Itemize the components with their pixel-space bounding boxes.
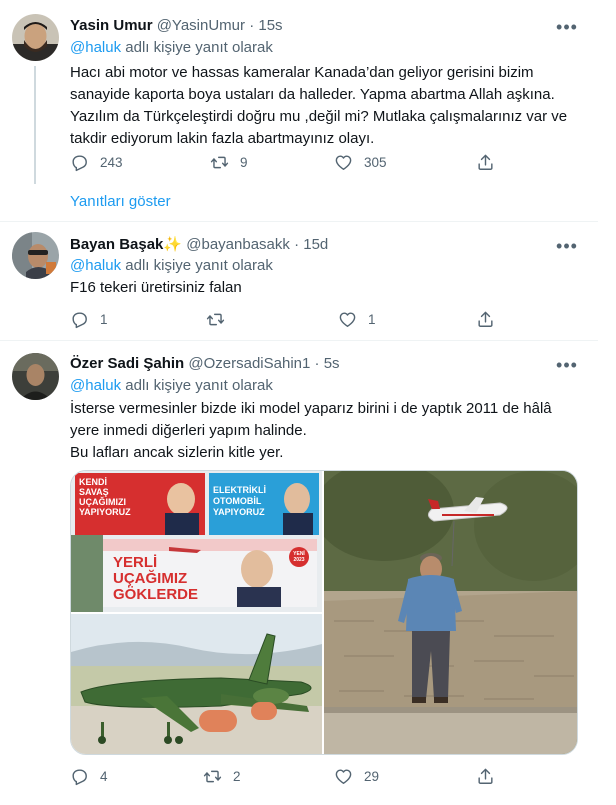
like-icon bbox=[339, 312, 356, 327]
tweet-line: İsterse vermesinler bizde iki model yapa… bbox=[70, 400, 552, 417]
retweet-count: 9 bbox=[240, 155, 248, 170]
share-button[interactable] bbox=[476, 153, 506, 172]
tweet-text: Hacı abi motor ve hassas kameralar Kanad… bbox=[70, 62, 580, 150]
like-icon bbox=[335, 155, 352, 170]
reply-prefix: adlı kişiye yanıt olarak bbox=[125, 257, 273, 274]
balloon-plane-photo bbox=[324, 471, 577, 754]
cucumber-plane-photo bbox=[71, 614, 322, 754]
retweet-icon bbox=[206, 313, 225, 326]
tweet-header: Bayan Başak✨ @bayanbasakk · 15d bbox=[70, 235, 328, 253]
tweet-header: Yasin Umur @YasinUmur · 15s bbox=[70, 17, 283, 34]
avatar-image bbox=[12, 232, 59, 279]
user-handle[interactable]: @OzersadiSahin1 bbox=[188, 355, 310, 372]
retweet-button[interactable]: 9 bbox=[210, 153, 248, 172]
tweet-line: Hacı abi motor ve hassas kameralar Kanad… bbox=[70, 64, 534, 81]
user-handle[interactable]: @YasinUmur bbox=[157, 17, 245, 34]
media-photo-billboards[interactable]: KENDİ SAVAŞ UÇAĞIMIZI YAPIYORUZ ELEKTRİKLİ O… bbox=[71, 471, 322, 612]
tweet-line: sanayide kaporta boya ustaları da halled… bbox=[70, 86, 555, 103]
media-photo-balloon[interactable] bbox=[324, 471, 577, 754]
tweet-line: Yazılım da Türkçeleştirdi doğru mu ,deği… bbox=[70, 108, 568, 125]
action-bar: 4 2 29 bbox=[70, 767, 500, 787]
reply-icon bbox=[72, 312, 87, 329]
share-button[interactable] bbox=[476, 767, 506, 786]
share-button[interactable] bbox=[476, 310, 506, 329]
display-name[interactable]: Bayan Başak bbox=[70, 236, 163, 253]
like-button[interactable]: 1 bbox=[338, 310, 376, 329]
tweet-line: Bu lafları ancak sizlerin kitle yer. bbox=[70, 444, 284, 461]
separator-dot: · bbox=[314, 355, 320, 372]
reply-icon bbox=[72, 769, 87, 786]
reply-count: 4 bbox=[100, 769, 108, 784]
more-icon[interactable]: ••• bbox=[556, 237, 578, 255]
reply-icon bbox=[72, 155, 87, 172]
avatar-image bbox=[12, 14, 59, 61]
more-icon[interactable]: ••• bbox=[556, 18, 578, 36]
tweet-line: F16 tekeri üretirsiniz falan bbox=[70, 279, 242, 296]
reply-count: 1 bbox=[100, 312, 108, 327]
reply-context: @haluk adlı kişiye yanıt olarak bbox=[70, 39, 273, 56]
show-replies-link[interactable]: Yanıtları göster bbox=[70, 193, 171, 210]
tweet-text: F16 tekeri üretirsiniz falan bbox=[70, 277, 580, 299]
avatar-image bbox=[12, 353, 59, 400]
action-bar: 1 1 bbox=[70, 310, 500, 330]
timestamp[interactable]: 5s bbox=[324, 355, 340, 372]
billboard-3-text: YERLİ UÇAĞIMIZ GÖKLERDE bbox=[113, 554, 199, 603]
like-count: 305 bbox=[364, 155, 387, 170]
mention-link[interactable]: @haluk bbox=[70, 39, 121, 56]
timestamp[interactable]: 15d bbox=[303, 236, 328, 253]
billboard-2-text: ELEKTRİKLİ OTOMOBİL YAPIYORUZ bbox=[213, 485, 266, 517]
reply-button[interactable]: 243 bbox=[70, 153, 123, 172]
like-button[interactable]: 29 bbox=[334, 767, 379, 786]
reply-button[interactable]: 1 bbox=[70, 310, 108, 329]
retweet-button[interactable]: 2 bbox=[203, 767, 241, 786]
share-icon bbox=[478, 311, 493, 327]
display-name[interactable]: Özer Sadi Şahin bbox=[70, 355, 184, 372]
reply-context: @haluk adlı kişiye yanıt olarak bbox=[70, 257, 273, 274]
tweet-2[interactable]: Bayan Başak✨ @bayanbasakk · 15d ••• @hal… bbox=[0, 222, 598, 340]
retweet-icon bbox=[210, 156, 229, 169]
sparkles-emoji: ✨ bbox=[163, 236, 183, 253]
media-photo-cucumber-plane[interactable] bbox=[71, 614, 322, 754]
separator-dot: · bbox=[249, 17, 255, 34]
media-grid[interactable]: KENDİ SAVAŞ UÇAĞIMIZI YAPIYORUZ ELEKTRİKLİ O… bbox=[70, 470, 578, 755]
like-count: 1 bbox=[368, 312, 376, 327]
tweet-line: takdir ediyorum lakin fazla abartmayınız… bbox=[70, 130, 375, 147]
avatar[interactable] bbox=[12, 232, 59, 279]
separator-dot: · bbox=[294, 236, 300, 253]
like-button[interactable]: 305 bbox=[334, 153, 387, 172]
like-icon bbox=[335, 769, 352, 784]
retweet-icon bbox=[203, 770, 222, 783]
share-icon bbox=[478, 768, 493, 784]
more-icon[interactable]: ••• bbox=[556, 356, 578, 374]
display-name[interactable]: Yasin Umur bbox=[70, 17, 153, 34]
mention-link[interactable]: @haluk bbox=[70, 257, 121, 274]
action-bar: 243 9 305 bbox=[70, 153, 500, 173]
tweet-line: yere inmedi diğerleri yapım halinde. bbox=[70, 422, 307, 439]
reply-count: 243 bbox=[100, 155, 123, 170]
like-count: 29 bbox=[364, 769, 380, 784]
billboard-1-text: KENDİ SAVAŞ UÇAĞIMIZI YAPIYORUZ bbox=[79, 477, 131, 517]
reply-prefix: adlı kişiye yanıt olarak bbox=[125, 39, 273, 56]
reply-button[interactable]: 4 bbox=[70, 767, 108, 786]
user-handle[interactable]: @bayanbasakk bbox=[186, 236, 290, 253]
mention-link[interactable]: @haluk bbox=[70, 377, 121, 394]
thread-line bbox=[34, 66, 36, 184]
tweet-1[interactable]: Yasin Umur @YasinUmur · 15s ••• @haluk a… bbox=[0, 0, 598, 222]
reply-prefix: adlı kişiye yanıt olarak bbox=[125, 377, 273, 394]
tweet-text: İsterse vermesinler bizde iki model yapa… bbox=[70, 398, 580, 464]
retweet-button[interactable] bbox=[206, 310, 236, 329]
share-icon bbox=[478, 154, 493, 170]
timestamp[interactable]: 15s bbox=[258, 17, 282, 34]
retweet-count: 2 bbox=[233, 769, 241, 784]
avatar[interactable] bbox=[12, 14, 59, 61]
poster-badge: YENİ 2023 bbox=[293, 551, 305, 563]
reply-context: @haluk adlı kişiye yanıt olarak bbox=[70, 377, 273, 394]
avatar[interactable] bbox=[12, 353, 59, 400]
tweet-header: Özer Sadi Şahin @OzersadiSahin1 · 5s bbox=[70, 355, 340, 372]
